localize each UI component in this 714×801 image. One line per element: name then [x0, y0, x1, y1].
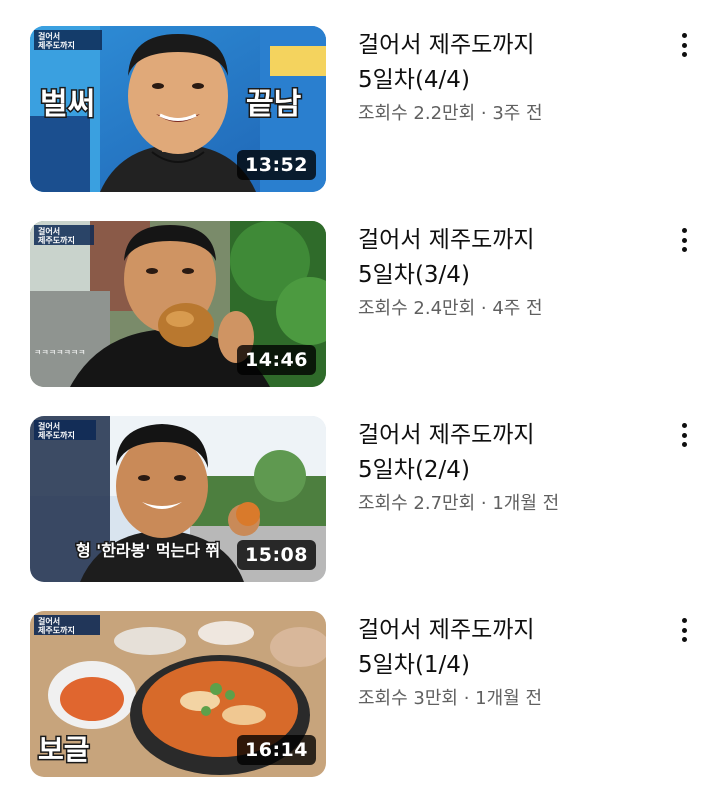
video-title[interactable]: 걸어서 제주도까지 5일차(4/4)	[358, 28, 658, 98]
video-duration: 13:52	[237, 150, 316, 180]
video-title[interactable]: 걸어서 제주도까지 5일차(1/4)	[358, 613, 658, 683]
thumbnail-logo-line2: 제주도까지	[38, 40, 75, 50]
thumbnail-chat-text: ㅋㅋㅋㅋㅋㅋㅋ	[34, 348, 86, 357]
more-vertical-icon[interactable]	[672, 225, 696, 255]
video-title[interactable]: 걸어서 제주도까지 5일차(3/4)	[358, 223, 658, 293]
upload-age: 3주 전	[492, 103, 543, 124]
video-duration: 16:14	[237, 735, 316, 765]
video-meta[interactable]: 걸어서 제주도까지 5일차(2/4) 조회수 2.7만회 · 1개월 전	[358, 418, 658, 517]
upload-age: 4주 전	[492, 298, 543, 319]
video-thumbnail[interactable]: 걸어서 제주도까지 벌써 끝남 13:52	[30, 26, 326, 192]
video-title-line2: 5일차(4/4)	[358, 67, 470, 93]
video-duration: 14:46	[237, 345, 316, 375]
thumbnail-logo-line1: 걸어서	[38, 226, 60, 236]
video-thumbnail[interactable]: 걸어서 제주도까지 ㅋㅋㅋㅋㅋㅋㅋ 14:46	[30, 221, 326, 387]
video-stats: 조회수 2.4만회 · 4주 전	[358, 296, 658, 322]
thumbnail-logo-line1: 걸어서	[38, 421, 60, 431]
video-item[interactable]: 걸어서 제주도까지 보글 16:14 걸어서 제주도까지 5일차(1/4) 조회…	[0, 611, 714, 781]
thumbnail-logo-line2: 제주도까지	[38, 235, 75, 245]
video-meta[interactable]: 걸어서 제주도까지 5일차(3/4) 조회수 2.4만회 · 4주 전	[358, 223, 658, 322]
video-stats: 조회수 3만회 · 1개월 전	[358, 686, 658, 712]
video-stats: 조회수 2.7만회 · 1개월 전	[358, 491, 658, 517]
view-count: 조회수 3만회	[358, 688, 458, 709]
more-vertical-icon[interactable]	[672, 30, 696, 60]
video-title-line1: 걸어서 제주도까지	[358, 32, 535, 58]
thumbnail-logo-line1: 걸어서	[38, 31, 60, 41]
video-thumbnail[interactable]: 걸어서 제주도까지 보글 16:14	[30, 611, 326, 777]
video-duration: 15:08	[237, 540, 316, 570]
video-item[interactable]: 걸어서 제주도까지 벌써 끝남 13:52 걸어서 제주도까지 5일차(4/4)…	[0, 26, 714, 196]
view-count: 조회수 2.7만회	[358, 493, 476, 514]
upload-age: 1개월 전	[475, 688, 543, 709]
video-title-line2: 5일차(3/4)	[358, 262, 470, 288]
video-title-line1: 걸어서 제주도까지	[358, 422, 535, 448]
video-title[interactable]: 걸어서 제주도까지 5일차(2/4)	[358, 418, 658, 488]
thumbnail-caption: 형 '한라봉' 먹는다 쮜	[76, 541, 220, 560]
more-vertical-icon[interactable]	[672, 615, 696, 645]
video-title-line2: 5일차(2/4)	[358, 457, 470, 483]
thumbnail-logo-line2: 제주도까지	[38, 625, 75, 635]
view-count: 조회수 2.4만회	[358, 298, 476, 319]
video-thumbnail[interactable]: 걸어서 제주도까지 형 '한라봉' 먹는다 쮜 15:08	[30, 416, 326, 582]
upload-age: 1개월 전	[492, 493, 560, 514]
video-title-line1: 걸어서 제주도까지	[358, 617, 535, 643]
thumbnail-caption-left: 벌써	[40, 87, 95, 122]
video-item[interactable]: 걸어서 제주도까지 ㅋㅋㅋㅋㅋㅋㅋ 14:46 걸어서 제주도까지 5일차(3/…	[0, 221, 714, 391]
video-meta[interactable]: 걸어서 제주도까지 5일차(4/4) 조회수 2.2만회 · 3주 전	[358, 28, 658, 127]
stats-separator: ·	[475, 298, 493, 319]
stats-separator: ·	[457, 688, 476, 709]
thumbnail-caption-right: 끝남	[246, 87, 302, 122]
thumbnail-caption-left: 보글	[38, 733, 90, 766]
view-count: 조회수 2.2만회	[358, 103, 476, 124]
thumbnail-logo-line2: 제주도까지	[38, 430, 75, 440]
video-item[interactable]: 걸어서 제주도까지 형 '한라봉' 먹는다 쮜 15:08 걸어서 제주도까지 …	[0, 416, 714, 586]
stats-separator: ·	[475, 103, 493, 124]
video-stats: 조회수 2.2만회 · 3주 전	[358, 101, 658, 127]
more-vertical-icon[interactable]	[672, 420, 696, 450]
stats-separator: ·	[475, 493, 493, 514]
video-list: 걸어서 제주도까지 벌써 끝남 13:52 걸어서 제주도까지 5일차(4/4)…	[0, 0, 714, 801]
video-meta[interactable]: 걸어서 제주도까지 5일차(1/4) 조회수 3만회 · 1개월 전	[358, 613, 658, 712]
video-title-line1: 걸어서 제주도까지	[358, 227, 535, 253]
thumbnail-logo-line1: 걸어서	[38, 616, 60, 626]
video-title-line2: 5일차(1/4)	[358, 652, 470, 678]
